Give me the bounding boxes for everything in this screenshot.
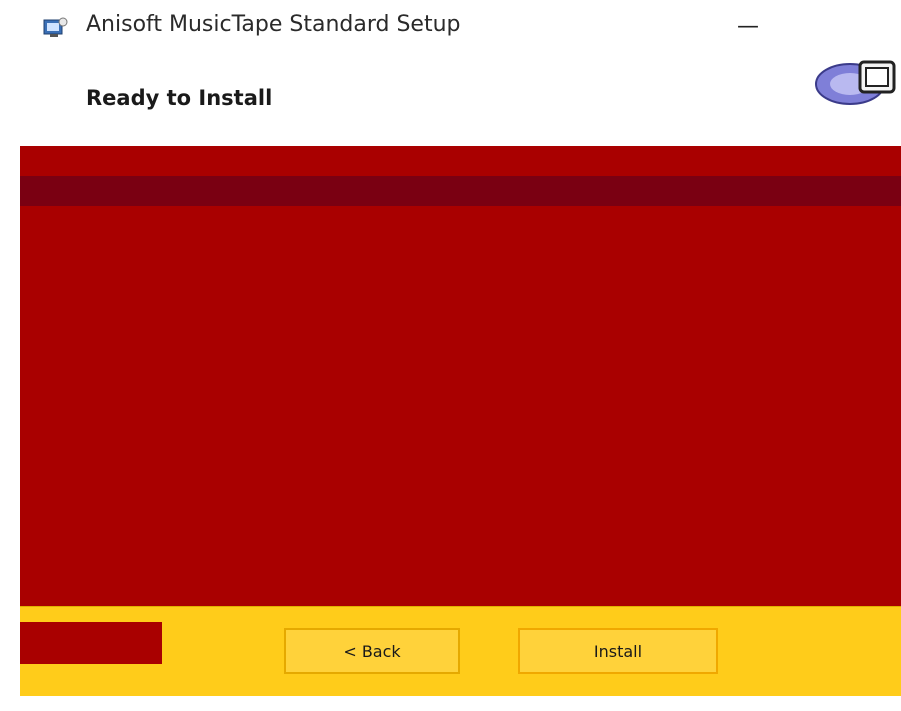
page-heading: Ready to Install (86, 86, 273, 110)
install-button[interactable]: Install (518, 628, 718, 674)
wizard-header: Ready to Install (20, 56, 901, 116)
setup-app-icon (43, 17, 68, 37)
wizard-footer: < Back Install (20, 606, 901, 696)
back-button[interactable]: < Back (284, 628, 460, 674)
minimize-icon: — (737, 13, 759, 39)
content-panel (20, 146, 901, 606)
footer-left-block (20, 622, 162, 664)
setup-window: Anisoft MusicTape Standard Setup — ✕ Rea… (0, 0, 901, 711)
close-button[interactable]: ✕ (886, 6, 901, 46)
window-title: Anisoft MusicTape Standard Setup (86, 12, 461, 37)
content-band (20, 176, 901, 206)
minimize-button[interactable]: — (726, 6, 770, 46)
footer-divider (20, 606, 901, 607)
title-bar: Anisoft MusicTape Standard Setup — ✕ (20, 0, 901, 56)
left-strip (0, 0, 20, 711)
setup-logo-icon (815, 60, 896, 105)
